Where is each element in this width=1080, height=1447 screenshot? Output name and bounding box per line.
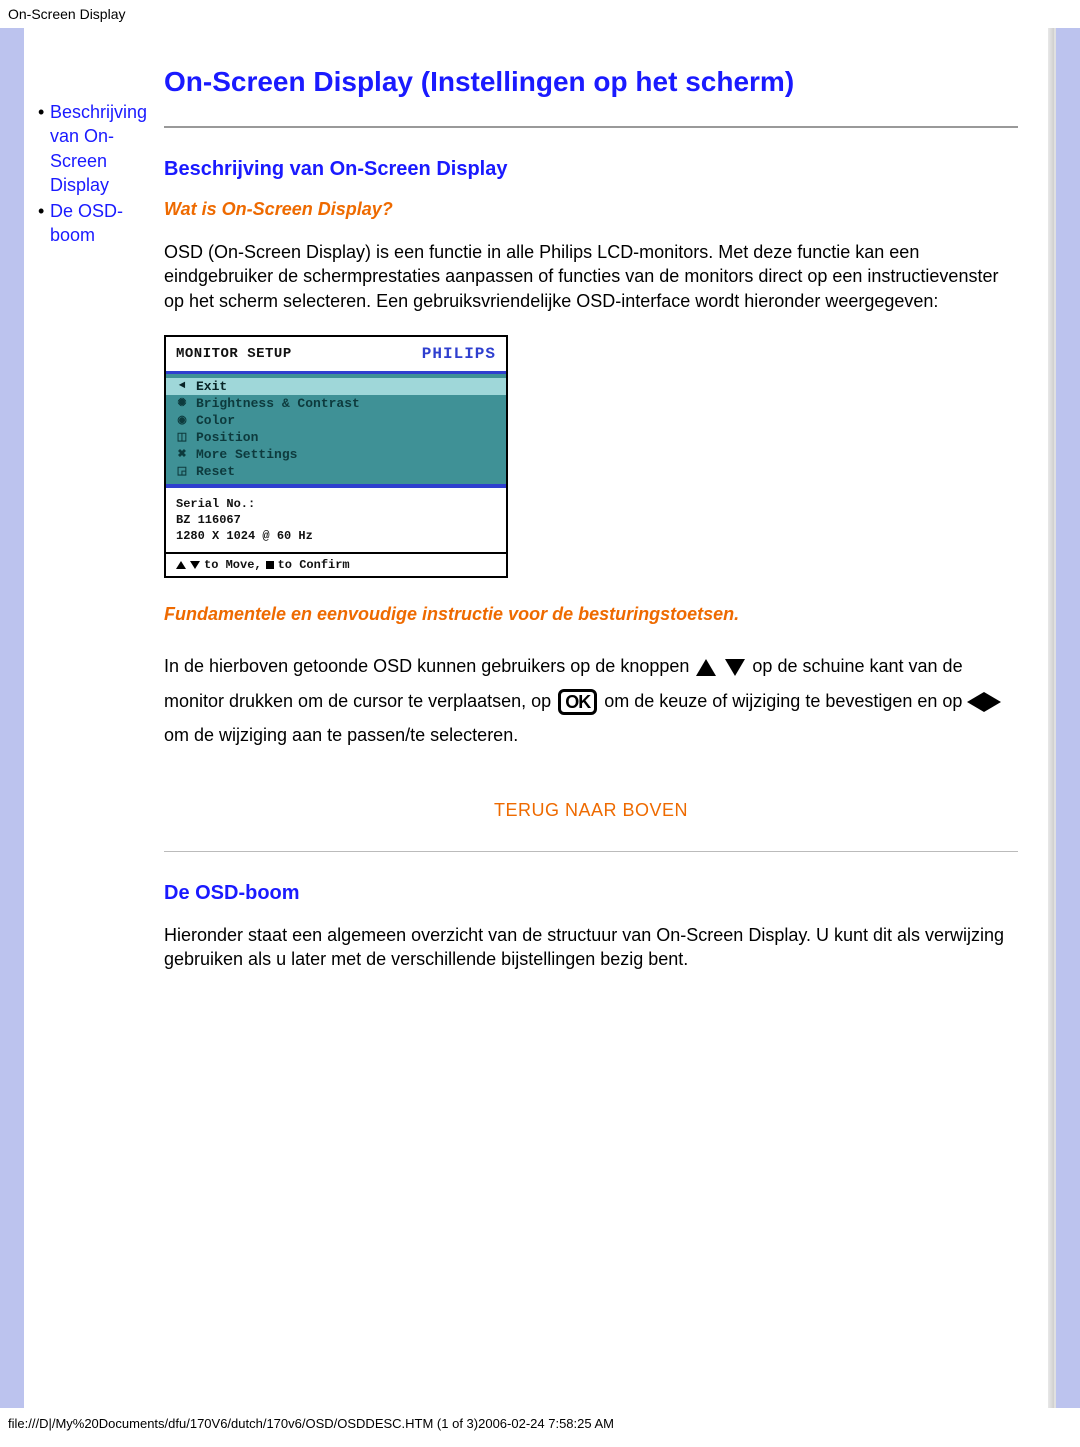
osd-brand-logo: PHILIPS <box>422 345 496 363</box>
osd-mode: 1280 X 1024 @ 60 Hz <box>176 528 496 544</box>
exit-icon: ◄ <box>176 380 188 392</box>
page-outer: Beschrijving van On-Screen Display De OS… <box>0 28 1080 1408</box>
right-shadow <box>1048 28 1054 1408</box>
osd-item-label: Brightness & Contrast <box>196 396 360 411</box>
main-content: On-Screen Display (Instellingen op het s… <box>160 48 1050 994</box>
osd-item-reset: ◲ Reset <box>166 463 506 480</box>
section-subheading-what-is-osd: Wat is On-Screen Display? <box>164 199 1018 220</box>
osd-footer: to Move, to Confirm <box>166 552 506 576</box>
sidebar: Beschrijving van On-Screen Display De OS… <box>30 48 160 250</box>
section-heading-osd-tree: De OSD-boom <box>164 882 1018 905</box>
back-to-top[interactable]: TERUG NAAR BOVEN <box>164 800 1018 821</box>
position-icon: ◫ <box>176 431 188 443</box>
page-title: On-Screen Display (Instellingen op het s… <box>164 66 1018 98</box>
footer-file-path: file:///D|/My%20Documents/dfu/170V6/dutc… <box>0 1408 1080 1447</box>
page-inner: Beschrijving van On-Screen Display De OS… <box>24 28 1056 1408</box>
sidebar-item-description[interactable]: Beschrijving van On-Screen Display <box>38 100 158 197</box>
sidebar-item-osd-tree[interactable]: De OSD-boom <box>38 199 158 248</box>
instruction-subheading: Fundamentele en eenvoudige instructie vo… <box>164 604 1018 625</box>
more-settings-icon: ✖ <box>176 448 188 460</box>
osd-item-position: ◫ Position <box>166 429 506 446</box>
text-fragment: om de keuze of wijziging te bevestigen e… <box>604 691 967 711</box>
back-to-top-link[interactable]: TERUG NAAR BOVEN <box>494 800 688 820</box>
divider <box>164 126 1018 128</box>
confirm-square-icon <box>266 561 274 569</box>
arrow-left-icon <box>967 692 984 712</box>
arrow-down-icon <box>190 561 200 569</box>
text-fragment: om de wijziging aan te passen/te selecte… <box>164 725 518 745</box>
osd-item-label: More Settings <box>196 447 297 462</box>
brightness-icon: ✺ <box>176 397 188 409</box>
osd-item-label: Reset <box>196 464 235 479</box>
color-icon: ◉ <box>176 414 188 426</box>
sidebar-link-description[interactable]: Beschrijving van On-Screen Display <box>50 102 147 195</box>
paragraph-controls: In de hierboven getoonde OSD kunnen gebr… <box>164 649 1018 752</box>
arrow-down-icon <box>725 659 745 676</box>
section-heading-description: Beschrijving van On-Screen Display <box>164 158 1018 181</box>
arrow-up-icon <box>696 659 716 676</box>
arrow-right-icon <box>984 692 1001 712</box>
osd-item-label: Color <box>196 413 235 428</box>
paragraph-osd-tree: Hieronder staat een algemeen overzicht v… <box>164 923 1018 972</box>
text-fragment: In de hierboven getoonde OSD kunnen gebr… <box>164 656 694 676</box>
osd-info: Serial No.: BZ 116067 1280 X 1024 @ 60 H… <box>166 486 506 553</box>
osd-screenshot: MONITOR SETUP PHILIPS ◄ Exit ✺ Brightnes… <box>164 335 508 579</box>
document-header-title: On-Screen Display <box>0 0 1080 28</box>
arrow-up-icon <box>176 561 186 569</box>
osd-menu: ◄ Exit ✺ Brightness & Contrast ◉ Color <box>166 371 506 486</box>
ok-button-icon: OK <box>558 689 597 715</box>
osd-item-more-settings: ✖ More Settings <box>166 446 506 463</box>
reset-icon: ◲ <box>176 465 188 477</box>
sidebar-link-osd-tree[interactable]: De OSD-boom <box>50 201 123 245</box>
osd-item-label: Position <box>196 430 258 445</box>
osd-serial-label: Serial No.: <box>176 496 496 512</box>
osd-item-label: Exit <box>196 379 227 394</box>
osd-item-brightness: ✺ Brightness & Contrast <box>166 395 506 412</box>
osd-item-color: ◉ Color <box>166 412 506 429</box>
osd-footer-confirm: to Confirm <box>278 558 350 572</box>
osd-footer-move: to Move, <box>204 558 262 572</box>
divider <box>164 851 1018 852</box>
osd-serial-value: BZ 116067 <box>176 512 496 528</box>
osd-title: MONITOR SETUP <box>176 346 292 362</box>
osd-item-exit: ◄ Exit <box>166 378 506 395</box>
paragraph-osd-description: OSD (On-Screen Display) is een functie i… <box>164 240 1018 313</box>
